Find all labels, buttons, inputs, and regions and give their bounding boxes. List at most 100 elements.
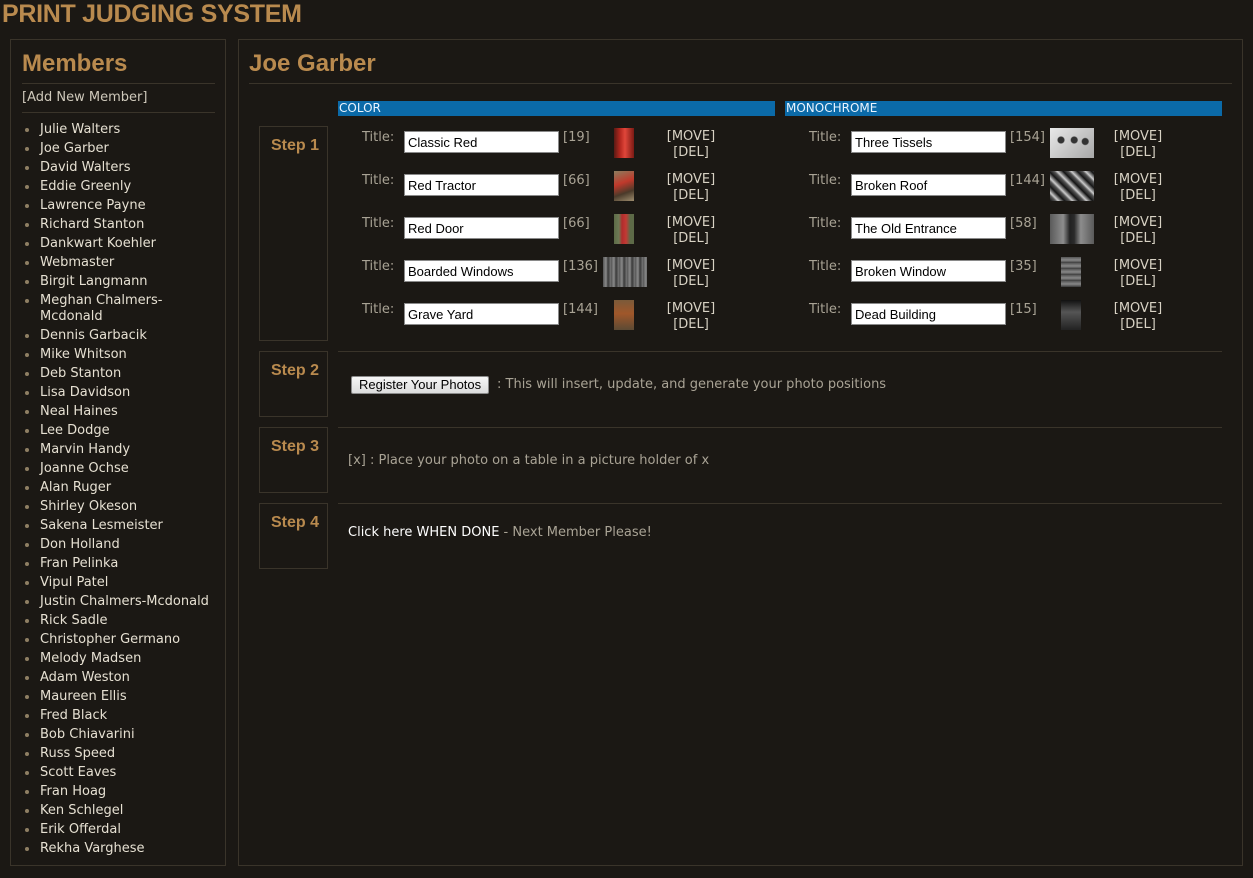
photo-row: Title: [19] [MOVE][DEL] xyxy=(362,126,762,160)
delete-link[interactable]: [DEL] xyxy=(1111,274,1165,290)
photo-title-input[interactable] xyxy=(851,303,1006,325)
photo-title-input[interactable] xyxy=(404,303,559,325)
member-list-item[interactable]: Webmaster xyxy=(22,255,218,271)
move-link[interactable]: [MOVE] xyxy=(664,258,718,274)
member-list-item[interactable]: Russ Speed xyxy=(22,746,218,762)
move-link[interactable]: [MOVE] xyxy=(1111,172,1165,188)
delete-link[interactable]: [DEL] xyxy=(1111,317,1165,333)
member-list-item[interactable]: Christopher Germano xyxy=(22,632,218,648)
members-sidebar: Members [Add New Member] Julie Walters Jo… xyxy=(10,39,226,866)
photo-thumbnail[interactable] xyxy=(614,171,634,201)
member-list-item[interactable]: Eddie Greenly xyxy=(22,179,218,195)
photo-row: Title: [136] [MOVE][DEL] xyxy=(362,255,762,289)
member-list-item[interactable]: Lee Dodge xyxy=(22,423,218,439)
photo-actions: [MOVE] [DEL] xyxy=(664,129,718,161)
photo-title-input[interactable] xyxy=(851,174,1006,196)
member-list-item[interactable]: Lawrence Payne xyxy=(22,198,218,214)
register-photos-button[interactable]: Register Your Photos xyxy=(351,376,490,394)
member-list-item[interactable]: Joanne Ochse xyxy=(22,461,218,477)
title-label: Title: xyxy=(809,216,842,231)
member-list-item[interactable]: Vipul Patel xyxy=(22,575,218,591)
photo-title-input[interactable] xyxy=(851,260,1006,282)
delete-link[interactable]: [DEL] xyxy=(1111,145,1165,161)
member-list-item[interactable]: Melody Madsen xyxy=(22,651,218,667)
delete-link[interactable]: [DEL] xyxy=(1111,188,1165,204)
member-list-item[interactable]: Fred Black xyxy=(22,708,218,724)
member-list-item[interactable]: Dankwart Koehler xyxy=(22,236,218,252)
delete-link[interactable]: [DEL] xyxy=(664,145,718,161)
delete-link[interactable]: [DEL] xyxy=(664,231,718,247)
member-list-item[interactable]: Fran Hoag xyxy=(22,784,218,800)
member-list-item[interactable]: Richard Stanton xyxy=(22,217,218,233)
member-list-item[interactable]: David Walters xyxy=(22,160,218,176)
move-link[interactable]: [MOVE] xyxy=(1111,258,1165,274)
photo-count: [19] xyxy=(563,130,590,145)
photo-actions: [MOVE] [DEL] xyxy=(1111,258,1165,290)
photo-count: [136] xyxy=(563,259,598,274)
delete-link[interactable]: [DEL] xyxy=(1111,231,1165,247)
photo-thumbnail[interactable] xyxy=(614,128,634,158)
member-list-item[interactable]: Marvin Handy xyxy=(22,442,218,458)
member-list-item[interactable]: Rick Sadle xyxy=(22,613,218,629)
members-heading: Members xyxy=(22,50,128,77)
member-list-item[interactable]: Erik Offerdal xyxy=(22,822,218,838)
move-link[interactable]: [MOVE] xyxy=(664,129,718,145)
member-list-item[interactable]: Adam Weston xyxy=(22,670,218,686)
photo-thumbnail[interactable] xyxy=(1050,214,1094,244)
move-link[interactable]: [MOVE] xyxy=(1111,301,1165,317)
delete-link[interactable]: [DEL] xyxy=(664,188,718,204)
member-list-item[interactable]: Lisa Davidson xyxy=(22,385,218,401)
member-list-item[interactable]: Don Holland xyxy=(22,537,218,553)
member-list-item[interactable]: Justin Chalmers-Mcdonald xyxy=(22,594,218,610)
member-list-item[interactable]: Meghan Chalmers-Mcdonald xyxy=(22,293,218,325)
photo-title-input[interactable] xyxy=(404,217,559,239)
member-list-item[interactable]: Rekha Varghese xyxy=(22,841,218,857)
photo-title-input[interactable] xyxy=(404,131,559,153)
next-member-text: - Next Member Please! xyxy=(499,525,652,540)
member-list-item[interactable]: Scott Eaves xyxy=(22,765,218,781)
delete-link[interactable]: [DEL] xyxy=(664,317,718,333)
photo-row: Title: [15] [MOVE][DEL] xyxy=(809,298,1209,332)
step-3-description: [x] : Place your photo on a table in a p… xyxy=(348,453,710,468)
photo-thumbnail[interactable] xyxy=(614,300,634,330)
member-list-item[interactable]: Julie Walters xyxy=(22,122,218,138)
member-list-item[interactable]: Mike Whitson xyxy=(22,347,218,363)
move-link[interactable]: [MOVE] xyxy=(664,172,718,188)
photo-thumbnail[interactable] xyxy=(603,257,647,287)
step-2-label: Step 2 xyxy=(271,362,320,379)
delete-link[interactable]: [DEL] xyxy=(664,274,718,290)
photo-title-input[interactable] xyxy=(404,174,559,196)
member-list-item[interactable]: Deb Stanton xyxy=(22,366,218,382)
member-list-item[interactable]: Birgit Langmann xyxy=(22,274,218,290)
member-list-item[interactable]: Fran Pelinka xyxy=(22,556,218,572)
member-list-item[interactable]: Bob Chiavarini xyxy=(22,727,218,743)
photo-title-input[interactable] xyxy=(851,217,1006,239)
photo-thumbnail[interactable] xyxy=(1061,300,1081,330)
member-list-item[interactable]: Dennis Garbacik xyxy=(22,328,218,344)
move-link[interactable]: [MOVE] xyxy=(1111,215,1165,231)
photo-title-input[interactable] xyxy=(404,260,559,282)
member-list-item[interactable]: Maureen Ellis xyxy=(22,689,218,705)
when-done-link[interactable]: Click here WHEN DONE xyxy=(348,525,499,540)
member-list-item[interactable]: Sakena Lesmeister xyxy=(22,518,218,534)
photo-row: Title: [66] [MOVE][DEL] xyxy=(362,212,762,246)
move-link[interactable]: [MOVE] xyxy=(664,301,718,317)
move-link[interactable]: [MOVE] xyxy=(1111,129,1165,145)
step-3-box: Step 3 xyxy=(259,427,328,493)
photo-thumbnail[interactable] xyxy=(1050,128,1094,158)
member-list-item[interactable]: Shirley Okeson xyxy=(22,499,218,515)
member-list-item[interactable]: Joe Garber xyxy=(22,141,218,157)
member-list-item[interactable]: Alan Ruger xyxy=(22,480,218,496)
member-list-item[interactable]: Neal Haines xyxy=(22,404,218,420)
photo-title-input[interactable] xyxy=(851,131,1006,153)
member-list-item[interactable]: Ken Schlegel xyxy=(22,803,218,819)
add-new-member-link[interactable]: [Add New Member] xyxy=(22,90,147,105)
photo-row: Title: [144] [MOVE][DEL] xyxy=(362,298,762,332)
step-4-box: Step 4 xyxy=(259,503,328,569)
photo-thumbnail[interactable] xyxy=(614,214,634,244)
photo-count: [35] xyxy=(1010,259,1037,274)
photo-count: [66] xyxy=(563,173,590,188)
photo-thumbnail[interactable] xyxy=(1050,171,1094,201)
move-link[interactable]: [MOVE] xyxy=(664,215,718,231)
photo-thumbnail[interactable] xyxy=(1061,257,1081,287)
